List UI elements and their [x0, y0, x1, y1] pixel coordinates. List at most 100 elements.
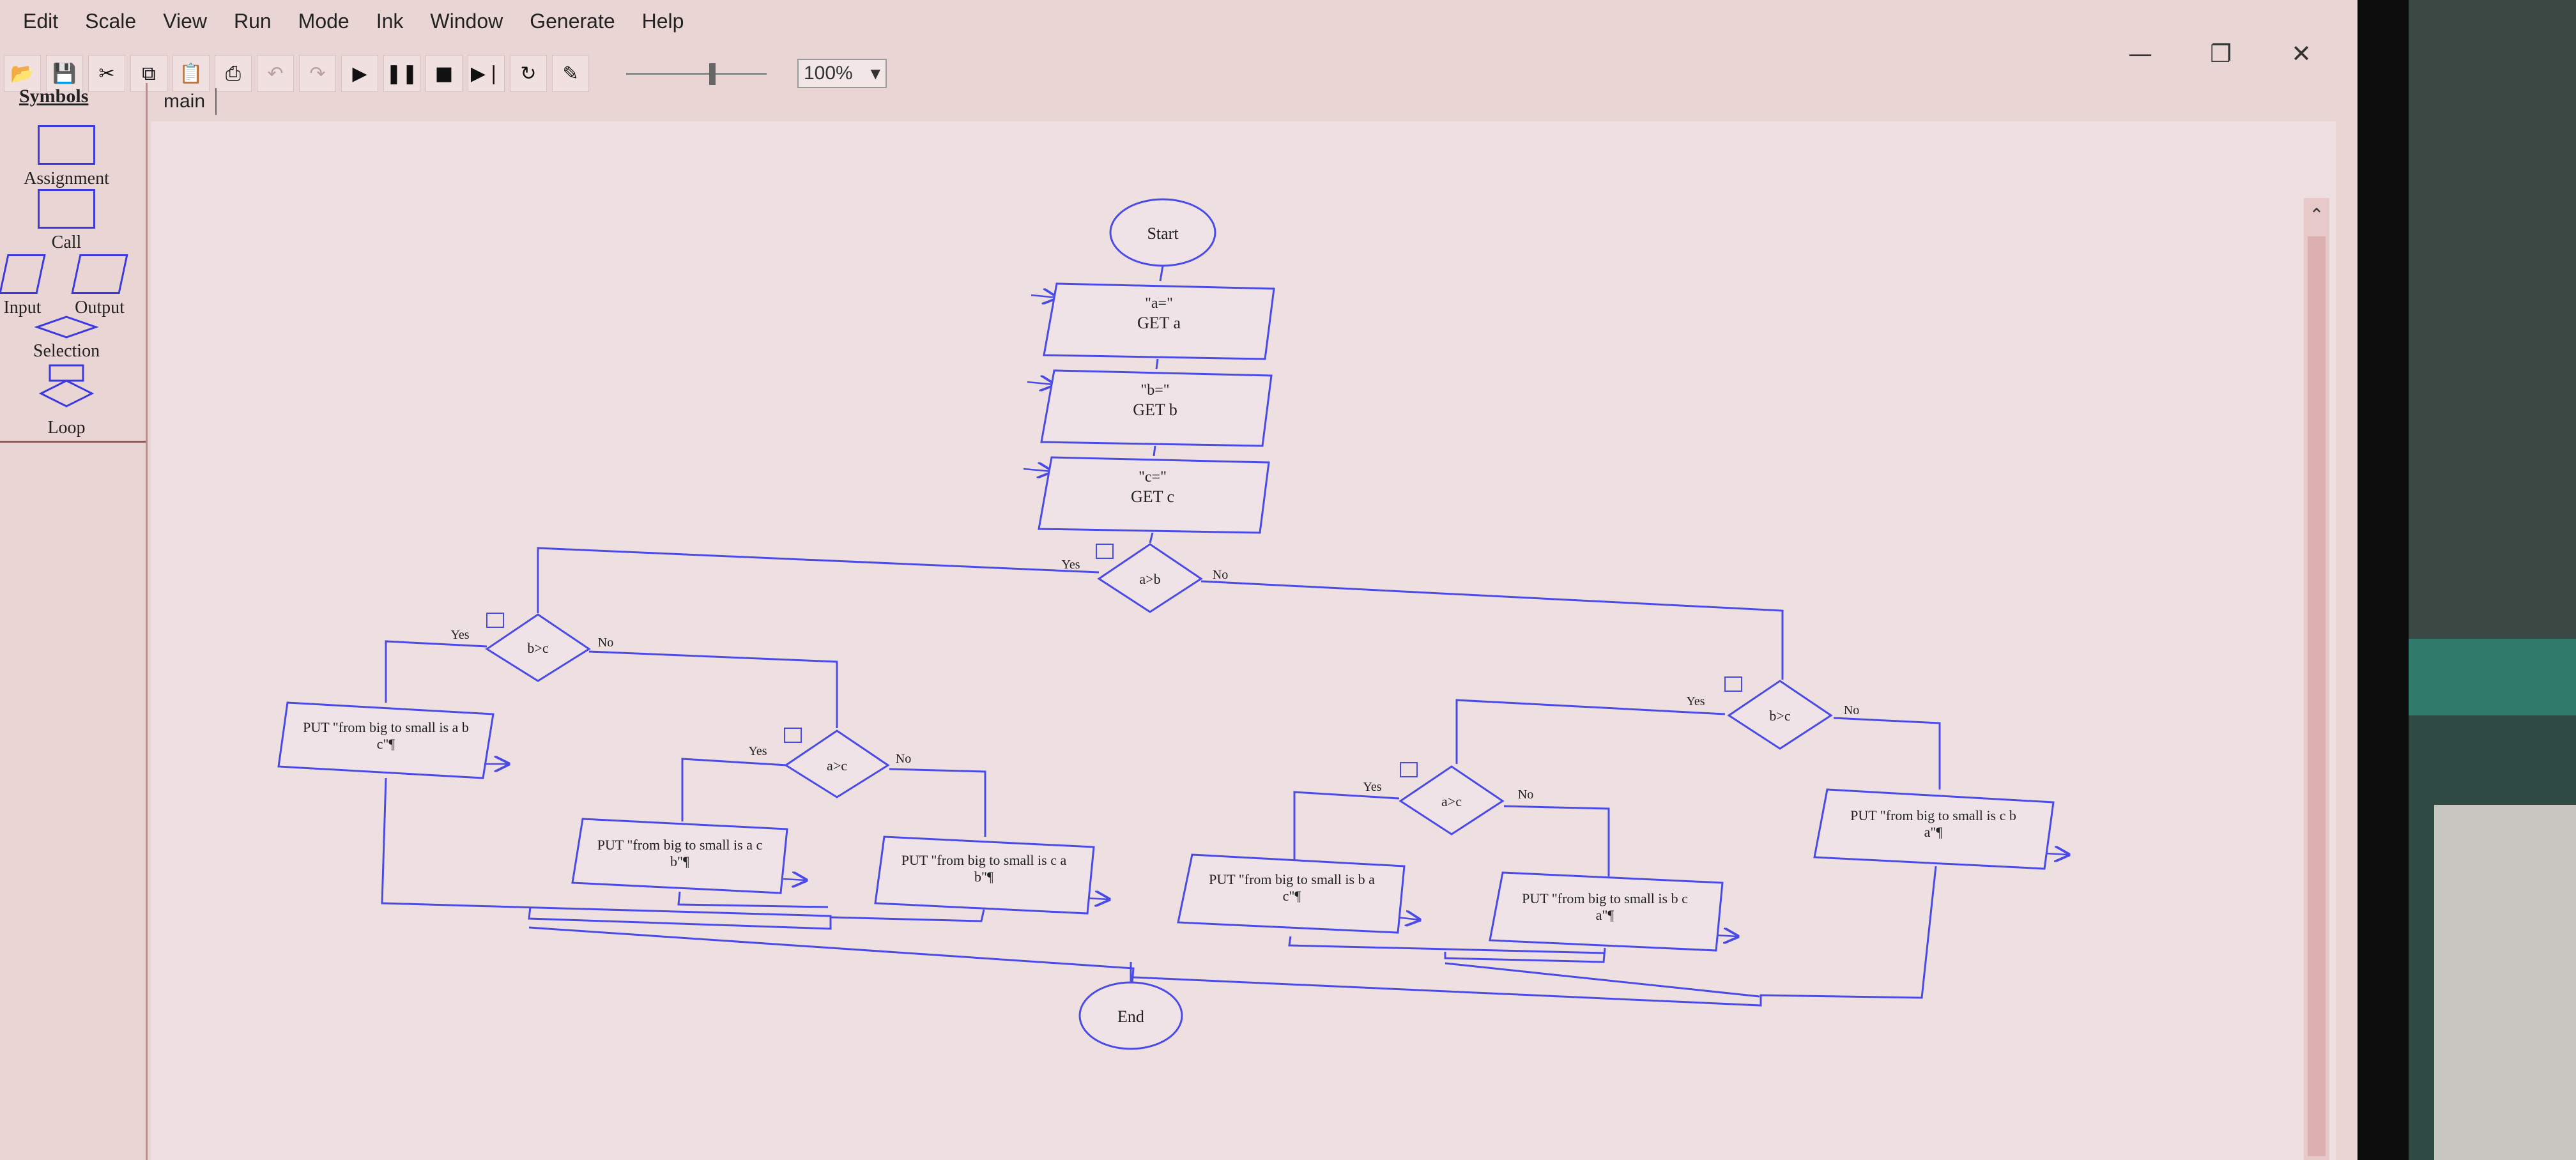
start-label: Start: [1147, 224, 1179, 243]
symbol-assignment[interactable]: Assignment: [9, 125, 124, 189]
redo-icon[interactable]: ↷: [299, 55, 336, 92]
output-box-cba[interactable]: PUT "from big to small is c b a"¶: [1813, 788, 2055, 870]
output-box-cab[interactable]: PUT "from big to small is c a b"¶: [874, 836, 1095, 915]
decision-right-no: No: [1844, 703, 1859, 717]
reset-icon[interactable]: ↻: [510, 55, 547, 92]
menu-mode[interactable]: Mode: [288, 6, 360, 37]
zoom-slider-thumb[interactable]: [709, 63, 716, 85]
output-bca-line2: a"¶: [1596, 907, 1614, 923]
menu-ink[interactable]: Ink: [366, 6, 414, 37]
chevron-down-icon[interactable]: ▼: [871, 66, 880, 81]
decision-left[interactable]: b>c Yes No: [450, 613, 613, 682]
input-box-b[interactable]: "b=" GET b: [1040, 369, 1273, 447]
collapse-toggle-icon[interactable]: [1724, 676, 1742, 692]
tab-main[interactable]: main: [153, 88, 217, 115]
collapse-toggle-icon[interactable]: [784, 728, 802, 743]
zoom-value: 100%: [804, 63, 853, 84]
output-bca-line1: PUT "from big to small is b c: [1522, 890, 1688, 906]
scrollbar-thumb[interactable]: [2308, 236, 2326, 1156]
selection-shape-icon: [34, 316, 98, 339]
pen-icon[interactable]: ✎: [552, 55, 589, 92]
input-c-get: GET c: [1131, 487, 1174, 506]
output-bac-line2: c"¶: [1283, 888, 1301, 904]
zoom-slider[interactable]: [626, 61, 767, 86]
vertical-scrollbar[interactable]: ⌃: [2304, 198, 2329, 1160]
background-shelf: [2409, 639, 2576, 715]
undo-icon[interactable]: ↶: [257, 55, 294, 92]
input-a-get: GET a: [1137, 314, 1181, 332]
menu-help[interactable]: Help: [632, 6, 694, 37]
output-acb-line2: b"¶: [670, 853, 689, 869]
end-terminal[interactable]: End: [1078, 981, 1183, 1050]
menu-scale[interactable]: Scale: [75, 6, 146, 37]
run-icon[interactable]: ▶: [341, 55, 378, 92]
symbol-selection[interactable]: Selection: [9, 314, 124, 362]
zoom-select[interactable]: 100% ▼: [797, 59, 887, 88]
output-cab-line2: b"¶: [974, 869, 993, 885]
decision-right-yes: Yes: [1686, 694, 1705, 708]
output-abc-line2: c"¶: [377, 736, 395, 752]
decision-left-yes: Yes: [450, 628, 469, 642]
start-terminal[interactable]: Start: [1109, 198, 1216, 267]
symbols-divider: [0, 441, 146, 443]
decision-left-inner-label: a>c: [827, 758, 847, 774]
background-wall: [2409, 0, 2576, 639]
menu-window[interactable]: Window: [420, 6, 513, 37]
symbol-call[interactable]: Call: [9, 189, 124, 253]
output-shape-icon: [71, 254, 128, 294]
symbol-call-label: Call: [51, 233, 82, 252]
output-acb-line1: PUT "from big to small is a c: [597, 837, 763, 853]
background-box: [2434, 805, 2576, 1160]
collapse-toggle-icon[interactable]: [1400, 762, 1418, 777]
output-cab-line1: PUT "from big to small is c a: [901, 852, 1067, 868]
decision-right-inner-yes: Yes: [1363, 780, 1381, 794]
chevron-up-icon[interactable]: ⌃: [2304, 204, 2329, 225]
call-shape-icon: [38, 189, 95, 229]
collapse-toggle-icon[interactable]: [1096, 544, 1114, 559]
symbol-input[interactable]: Input: [0, 254, 46, 318]
stop-icon[interactable]: ■: [425, 55, 463, 92]
symbol-output[interactable]: Output: [68, 254, 132, 318]
menu-run[interactable]: Run: [224, 6, 282, 37]
decision-right-inner-no: No: [1518, 788, 1533, 802]
paste-icon[interactable]: 📋: [172, 55, 210, 92]
input-c-prompt: "c=": [1138, 469, 1167, 485]
output-box-bac[interactable]: PUT "from big to small is b a c"¶: [1177, 853, 1406, 934]
symbol-assignment-label: Assignment: [24, 169, 109, 188]
output-abc-line1: PUT "from big to small is a b: [303, 719, 469, 735]
step-icon[interactable]: ▶❘: [468, 55, 505, 92]
raptor-window: Edit Scale View Run Mode Ink Window Gene…: [0, 0, 2358, 1160]
symbol-loop[interactable]: Loop: [9, 362, 124, 438]
minimize-icon[interactable]: —: [2110, 36, 2171, 72]
menu-edit[interactable]: Edit: [13, 6, 68, 37]
menu-view[interactable]: View: [153, 6, 217, 37]
input-box-a[interactable]: "a=" GET a: [1043, 282, 1275, 360]
restore-icon[interactable]: ❐: [2190, 36, 2251, 72]
end-label: End: [1117, 1007, 1144, 1026]
output-box-bca[interactable]: PUT "from big to small is b c a"¶: [1489, 871, 1724, 952]
input-box-c[interactable]: "c=" GET c: [1038, 456, 1270, 534]
pause-icon[interactable]: ❚❚: [383, 55, 420, 92]
output-box-abc[interactable]: PUT "from big to small is a b c"¶: [277, 701, 494, 779]
collapse-toggle-icon[interactable]: [486, 613, 504, 628]
window-controls: — ❐ ✕: [2110, 36, 2332, 72]
input-b-prompt: "b=": [1140, 382, 1169, 399]
input-shape-icon: [0, 254, 46, 294]
decision-right-label: b>c: [1769, 708, 1790, 724]
assignment-shape-icon: [38, 125, 95, 165]
print-icon[interactable]: ⎙: [215, 55, 252, 92]
output-bac-line1: PUT "from big to small is b a: [1209, 871, 1375, 887]
decision-main-no: No: [1213, 568, 1228, 582]
output-cba-line1: PUT "from big to small is c b: [1850, 807, 2016, 823]
flowchart-canvas[interactable]: Start "a=" GET a "b=" GET b "c=" GET c a…: [151, 121, 2336, 1160]
output-box-acb[interactable]: PUT "from big to small is a c b"¶: [571, 818, 788, 894]
close-icon[interactable]: ✕: [2271, 36, 2332, 72]
decision-left-inner[interactable]: a>c Yes No: [748, 728, 911, 798]
monitor-bezel: [2358, 0, 2409, 1160]
decision-main[interactable]: a>b Yes No: [1061, 543, 1228, 613]
decision-left-inner-yes: Yes: [748, 744, 767, 758]
decision-left-inner-no: No: [896, 752, 911, 766]
decision-main-label: a>b: [1139, 571, 1160, 587]
menu-generate[interactable]: Generate: [519, 6, 625, 37]
menu-bar: Edit Scale View Run Mode Ink Window Gene…: [0, 0, 2358, 42]
